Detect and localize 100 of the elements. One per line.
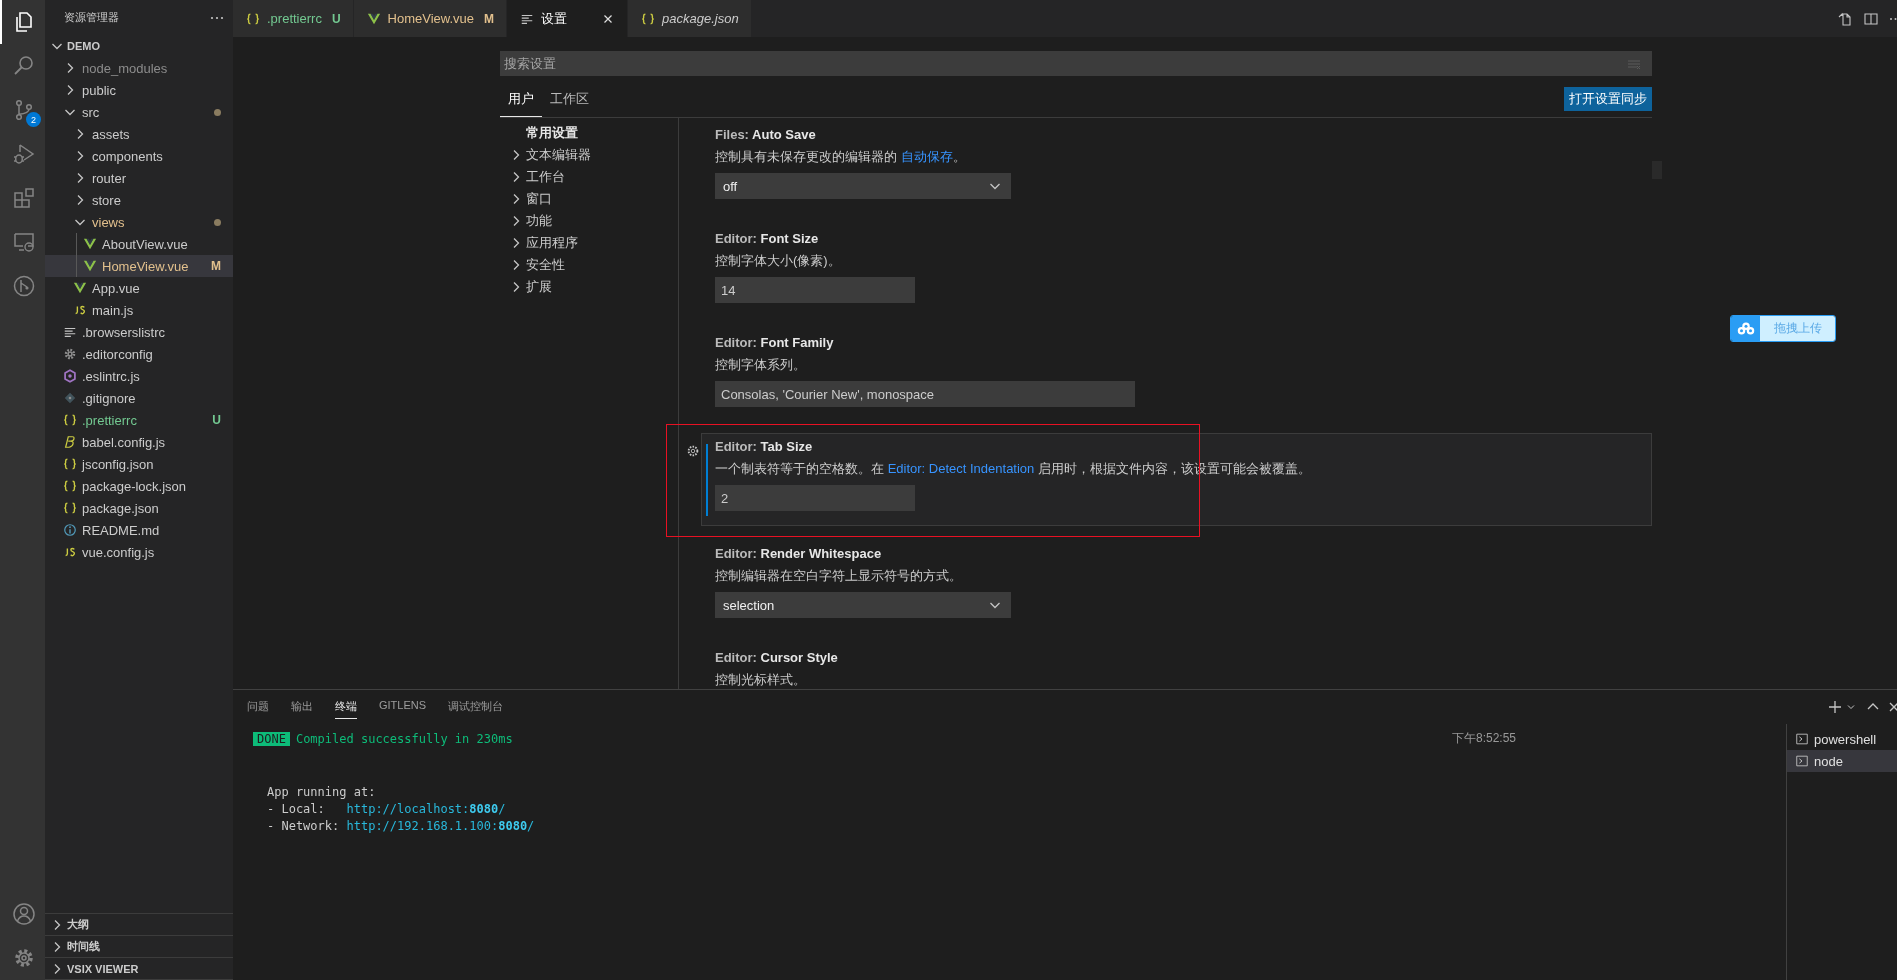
activity-item[interactable]: 2 [0, 88, 45, 132]
vue-icon [366, 11, 381, 26]
js-icon [73, 303, 87, 317]
folder-item[interactable]: views [45, 211, 233, 233]
setting-title: Editor: Cursor Style [715, 650, 839, 667]
info-icon [63, 523, 77, 537]
folder-item[interactable]: public [45, 79, 233, 101]
dropdown[interactable]: selection [715, 592, 1011, 618]
setting-title: Editor: Render Whitespace [715, 546, 883, 563]
dropdown[interactable]: off [715, 173, 1011, 199]
toc-item[interactable]: 功能 [500, 210, 678, 232]
setting-link[interactable]: Editor: Detect Indentation [887, 461, 1035, 476]
editor-tab[interactable]: .prettierrc U [233, 0, 354, 37]
babel-icon [63, 435, 77, 449]
file-item[interactable]: package-lock.json [45, 475, 233, 497]
setting-description: 控制光标样式。 [715, 671, 807, 689]
terminal-text: App running at: [267, 784, 376, 799]
file-item[interactable]: .prettierrc U [45, 409, 233, 431]
vue-icon [83, 259, 97, 273]
account-icon [11, 902, 36, 926]
toc-item[interactable]: 文本编辑器 [500, 144, 678, 166]
folder-item[interactable]: store [45, 189, 233, 211]
file-item[interactable]: App.vue [45, 277, 233, 299]
file-item[interactable]: babel.config.js [45, 431, 233, 453]
vue-icon [83, 237, 97, 251]
braces-icon [246, 11, 260, 26]
input-field[interactable]: 14 [715, 277, 915, 303]
file-item[interactable]: .editorconfig [45, 343, 233, 365]
panel-tab[interactable]: 终端 [335, 695, 357, 719]
terminal-icon [1795, 732, 1809, 746]
hexagon-icon [63, 369, 77, 383]
input-field[interactable]: 2 [715, 485, 915, 511]
workspace-header[interactable]: DEMO [45, 35, 233, 57]
setting-description: 控制字体大小(像素)。 [715, 252, 842, 270]
panel-tab[interactable]: 调试控制台 [448, 695, 504, 719]
setting-link[interactable]: 自动保存 [900, 149, 953, 164]
toc-item[interactable]: 扩展 [500, 276, 678, 298]
url-link[interactable]: http://localhost:8080/ [346, 801, 506, 816]
panel-tab[interactable]: GITLENS [379, 695, 427, 719]
editor-tab[interactable]: package.json [628, 0, 752, 37]
input-field[interactable]: Consolas, 'Courier New', monospace [715, 381, 1135, 407]
folder-item[interactable]: node_modules [45, 57, 233, 79]
terminal-text: - Local: [266, 801, 326, 816]
editor-tab[interactable]: 设置 [507, 0, 629, 37]
file-item[interactable]: .gitignore [45, 387, 233, 409]
toc-item[interactable]: 窗口 [500, 188, 678, 210]
terminal-item[interactable]: powershell [1787, 728, 1897, 750]
open-file-icon[interactable] [1837, 10, 1853, 27]
scope-tab[interactable]: 用户 [500, 81, 542, 117]
toc-item[interactable]: 应用程序 [500, 232, 678, 254]
search-field[interactable]: 搜索设置 [500, 51, 1652, 76]
file-item[interactable]: .browserslistrc [45, 321, 233, 343]
setting-title: Editor: Tab Size [715, 439, 814, 456]
file-item[interactable]: HomeView.vue M [45, 255, 233, 277]
sync-button[interactable]: 打开设置同步 [1564, 87, 1652, 111]
plus-icon[interactable] [1827, 699, 1843, 715]
terminal-item[interactable]: node [1787, 750, 1897, 772]
count-badge: 2 [26, 112, 41, 127]
section-header[interactable]: VSIX VIEWER [45, 958, 233, 980]
section-header[interactable]: 大纲 [45, 914, 233, 936]
js-icon [63, 545, 77, 559]
setting-title: Files: Auto Save [715, 127, 817, 144]
terminal-icon [1795, 754, 1809, 768]
toc-item[interactable]: 安全性 [500, 254, 678, 276]
toc-item[interactable]: 常用设置 [500, 122, 678, 144]
braces-icon [63, 457, 77, 471]
url-link[interactable]: http://192.168.1.100:8080/ [346, 818, 535, 833]
timestamp: 下午8:52:55 [1451, 730, 1516, 747]
panel-tab[interactable]: 输出 [291, 695, 313, 719]
file-item[interactable]: package.json [45, 497, 233, 519]
file-item[interactable]: README.md [45, 519, 233, 541]
file-item[interactable]: main.js [45, 299, 233, 321]
git-circle-icon [11, 274, 36, 298]
gear-icon[interactable] [686, 444, 700, 458]
panel-tab[interactable]: 问题 [247, 695, 269, 719]
split-editor-icon[interactable] [1863, 10, 1879, 27]
diamond-icon [63, 391, 77, 405]
cloud-icon [1736, 321, 1755, 336]
setting-description: 控制具有未保存更改的编辑器的 自动保存。 [715, 148, 967, 166]
play-bug-icon [11, 142, 36, 166]
file-item[interactable]: .eslintrc.js [45, 365, 233, 387]
setting-description: 控制编辑器在空白字符上显示符号的方式。 [715, 567, 963, 585]
folder-item[interactable]: src [45, 101, 233, 123]
terminal-text: Compiled successfully in 230ms [295, 731, 513, 746]
braces-icon [63, 479, 77, 493]
section-header[interactable]: 时间线 [45, 936, 233, 958]
editor-tab[interactable]: HomeView.vue M [353, 0, 508, 37]
file-item[interactable]: jsconfig.json [45, 453, 233, 475]
setting-title: Editor: Font Size [715, 231, 820, 248]
terminal[interactable]: DONE Compiled successfully in 230ms 下午8:52:55 App running at: - Local: http://localhost:8080/ - Network: http://192.168.1.100:8080/ [233, 724, 1786, 980]
extensions-icon [11, 186, 36, 210]
terminal-text: - Network: [266, 818, 341, 833]
gear-icon [63, 347, 77, 361]
folder-item[interactable]: assets [45, 123, 233, 145]
file-item[interactable]: vue.config.js [45, 541, 233, 563]
folder-item[interactable]: router [45, 167, 233, 189]
folder-item[interactable]: components [45, 145, 233, 167]
toc-item[interactable]: 工作台 [500, 166, 678, 188]
setting-description: 控制字体系列。 [715, 356, 807, 374]
scope-tab[interactable]: 工作区 [542, 81, 597, 117]
